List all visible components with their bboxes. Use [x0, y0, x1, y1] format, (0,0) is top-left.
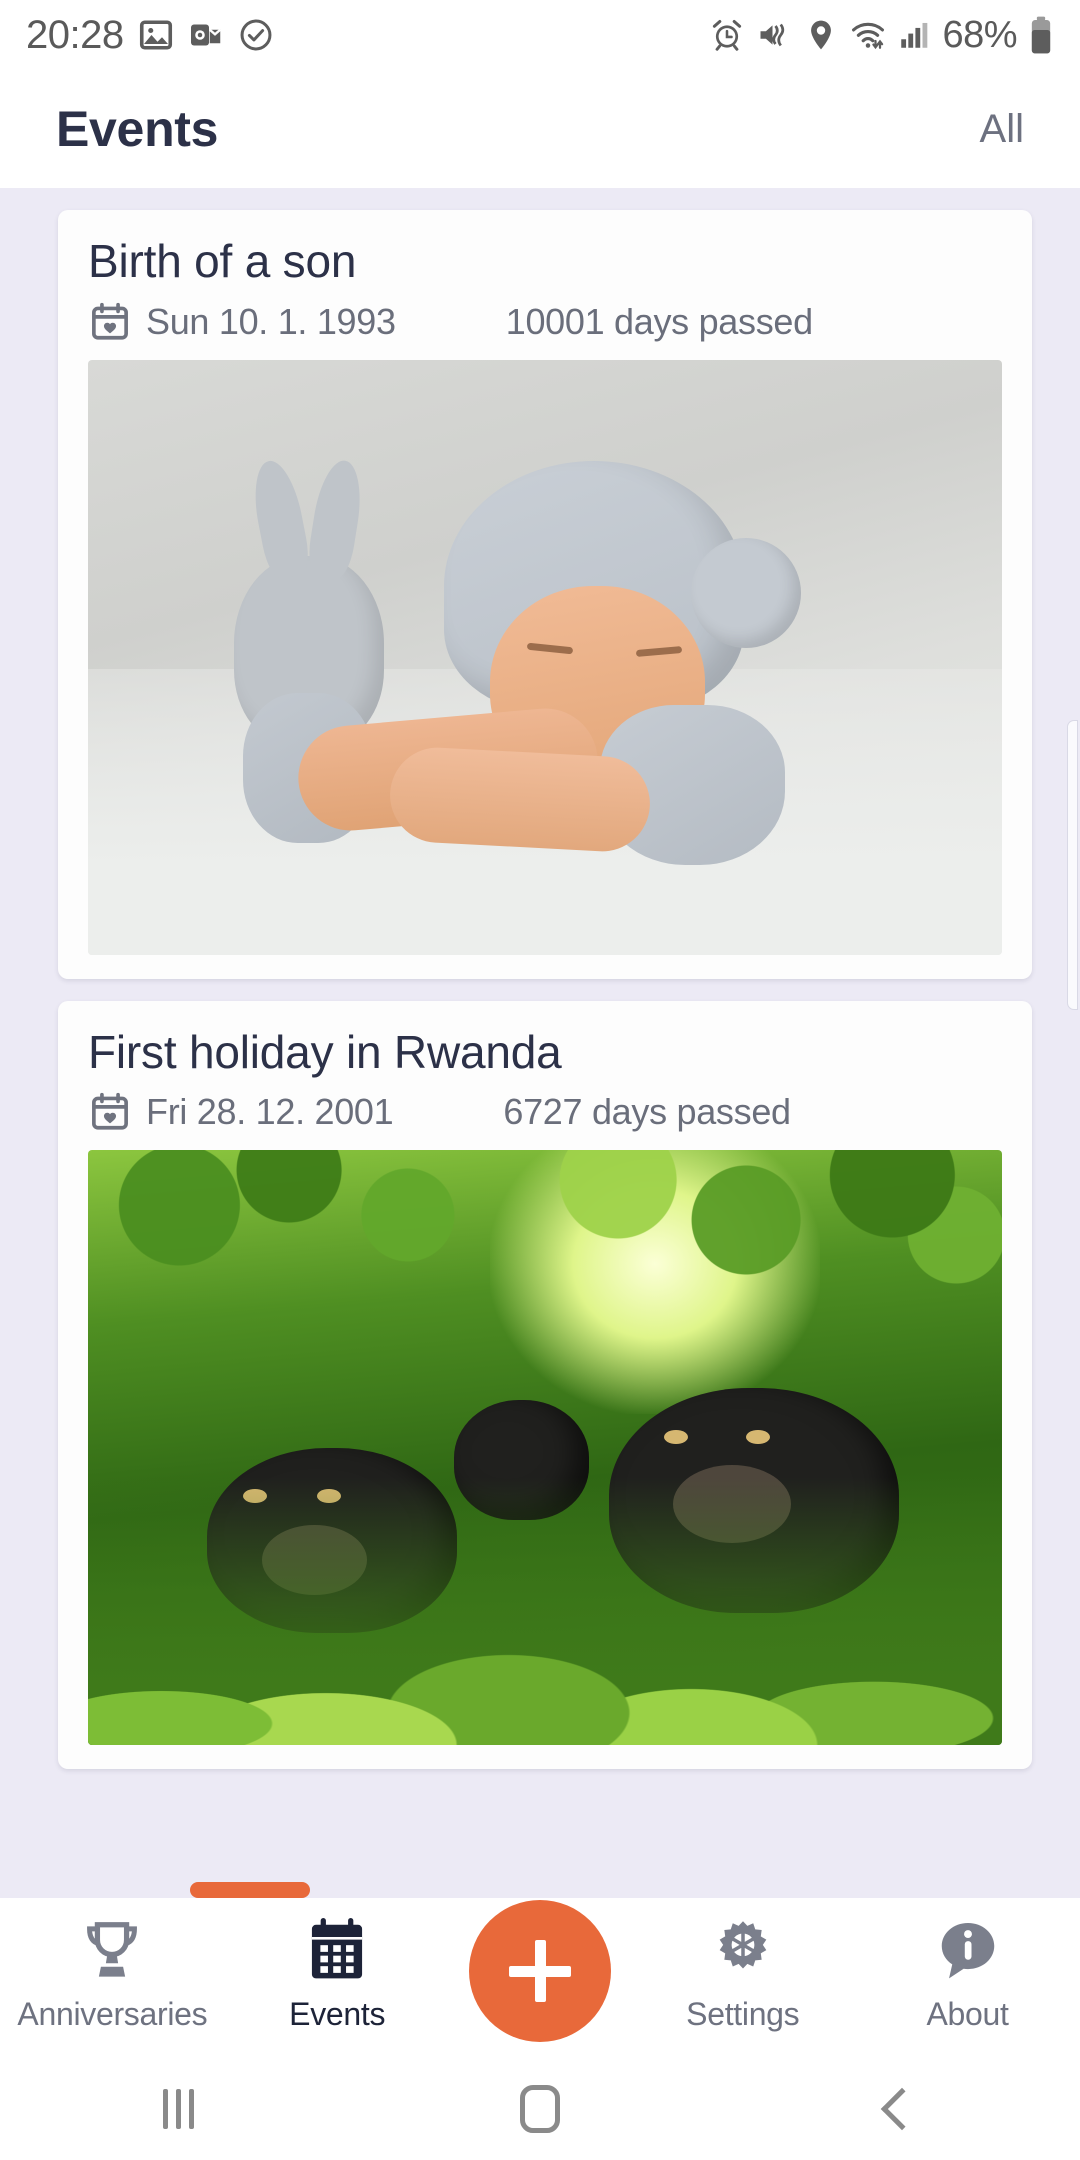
nav-label: About	[926, 1996, 1009, 2032]
photos-icon	[138, 17, 174, 53]
nav-item-settings[interactable]: Settings	[650, 1916, 836, 2033]
phone-screen: 20:28 68% Events All Birth of a son Sun …	[0, 0, 1080, 2160]
system-navigation-bar	[0, 2058, 1080, 2160]
trophy-icon	[77, 1916, 147, 1986]
event-title: Birth of a son	[88, 235, 357, 287]
photo-detail	[88, 1150, 1002, 1400]
photo-detail	[387, 745, 652, 854]
event-date-label: Sun 10. 1. 1993	[146, 300, 396, 342]
mute-vibrate-icon	[756, 17, 792, 53]
event-meta-row: Fri 28. 12. 2001 6727 days passed	[88, 1090, 1002, 1134]
events-list[interactable]: Birth of a son Sun 10. 1. 1993 10001 day…	[0, 188, 1080, 1864]
nav-item-about[interactable]: About	[875, 1916, 1061, 2033]
app-bar: Events All	[0, 70, 1080, 188]
recents-bar	[176, 2089, 182, 2129]
check-circle-icon	[238, 17, 274, 53]
bottom-navigation: Anniversaries Events Settings About	[0, 1898, 1080, 2058]
event-meta-row: Sun 10. 1. 1993 10001 days passed	[88, 300, 1002, 344]
recents-bar	[189, 2089, 195, 2129]
event-date-label: Fri 28. 12. 2001	[146, 1091, 394, 1133]
photo-detail	[691, 538, 802, 649]
event-photo[interactable]	[88, 359, 1002, 955]
recents-icon[interactable]	[163, 2089, 195, 2129]
alarm-icon	[709, 17, 745, 53]
info-bubble-icon	[933, 1916, 1003, 1986]
battery-icon	[1028, 15, 1054, 55]
status-bar-left: 20:28	[26, 13, 274, 58]
photo-detail	[746, 1429, 771, 1444]
wifi-icon	[850, 17, 886, 53]
photo-detail	[88, 1477, 1002, 1746]
nav-label: Anniversaries	[17, 1996, 208, 2032]
event-date: Fri 28. 12. 2001	[88, 1090, 394, 1134]
signal-bars-icon	[897, 17, 931, 53]
page-title: Events	[56, 101, 219, 157]
event-card[interactable]: Birth of a son Sun 10. 1. 1993 10001 day…	[58, 210, 1032, 979]
back-icon[interactable]	[880, 2087, 924, 2131]
event-card[interactable]: First holiday in Rwanda Fri 28. 12. 2001…	[58, 1000, 1032, 1770]
photo-detail	[663, 1429, 688, 1444]
status-bar: 20:28 68%	[0, 0, 1080, 70]
nav-label: Events	[289, 1996, 386, 2032]
nav-item-anniversaries[interactable]: Anniversaries	[17, 1916, 208, 2033]
calendar-icon	[302, 1916, 372, 1986]
event-days-passed: 10001 days passed	[505, 300, 813, 342]
gear-icon	[708, 1916, 778, 1986]
event-date: Sun 10. 1. 1993	[88, 300, 396, 344]
filter-all-button[interactable]: All	[980, 107, 1024, 152]
calendar-heart-icon	[88, 300, 132, 344]
nav-label: Settings	[686, 1996, 800, 2032]
status-bar-right: 68%	[709, 14, 1054, 57]
outlook-icon	[188, 17, 224, 53]
battery-percent-label: 68%	[942, 13, 1017, 56]
location-pin-icon	[803, 17, 839, 53]
nav-item-events[interactable]: Events	[244, 1916, 430, 2033]
status-clock: 20:28	[26, 12, 124, 57]
plus-icon	[508, 1940, 571, 2002]
add-event-button[interactable]	[468, 1900, 611, 2042]
home-icon[interactable]	[520, 2085, 561, 2133]
calendar-heart-icon	[88, 1090, 132, 1134]
event-days-passed: 6727 days passed	[503, 1091, 791, 1133]
recents-bar	[163, 2089, 169, 2129]
active-tab-indicator	[190, 1882, 310, 1898]
event-photo[interactable]	[88, 1150, 1002, 1746]
event-title: First holiday in Rwanda	[88, 1025, 562, 1078]
scrollbar[interactable]	[1067, 720, 1078, 1010]
